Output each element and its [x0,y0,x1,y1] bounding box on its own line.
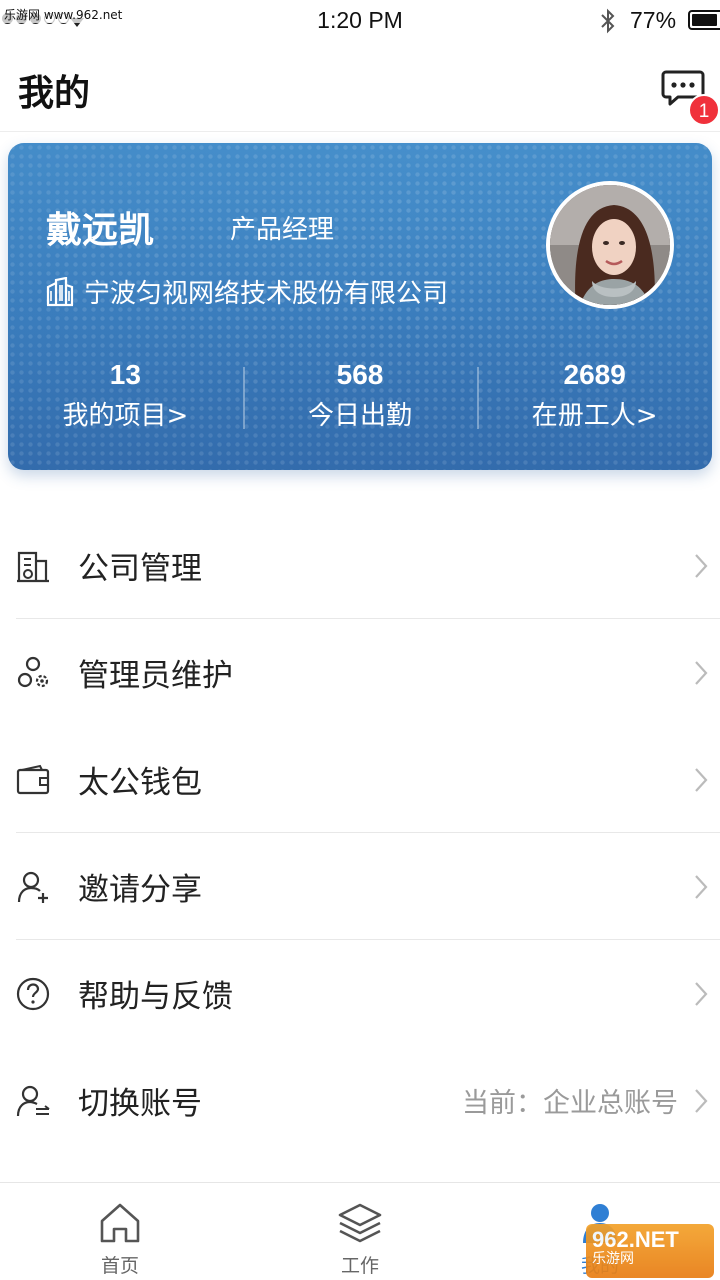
message-badge: 1 [688,94,720,126]
user-role: 产品经理 [230,215,335,245]
menu-item-wallet[interactable]: 太公钱包 [0,726,720,833]
status-bar: 乐游网 www.962.net 1:20 PM 77% [0,0,720,42]
stat-value: 568 [336,359,384,390]
avatar[interactable] [546,181,674,309]
stat-attendance: 568 今日出勤 [242,353,478,443]
invite-user-icon [17,871,48,903]
current-account-value: 当前：企业总账号 [462,1088,678,1119]
menu-label: 切换账号 [78,1086,202,1122]
profile-card[interactable]: 戴远凯 产品经理 宁波匀视网络技术股份有限公司 13 我的项目> 568 今日出… [8,143,712,470]
layers-icon [338,1203,382,1243]
site-watermark-logo: 962.NET 乐游网 [586,1224,714,1278]
home-icon [100,1203,140,1243]
user-name: 戴远凯 [46,210,155,251]
battery-icon [688,10,720,30]
menu-item-invite-share[interactable]: 邀请分享 [0,833,720,940]
tab-work[interactable]: 工作 [240,1183,480,1280]
profile-stats: 13 我的项目> 568 今日出勤 2689 在册工人> [8,353,712,443]
logo-main-text: 962.NET [592,1227,679,1252]
menu-label: 邀请分享 [78,872,202,908]
tab-home[interactable]: 首页 [0,1183,240,1280]
stat-value: 2689 [563,359,626,390]
company-name: 宁波匀视网络技术股份有限公司 [84,279,449,309]
menu-label: 公司管理 [78,551,202,587]
help-icon [16,977,50,1010]
stat-label: 今日出勤 [308,401,413,431]
page-header: 我的 1 [0,42,720,132]
chevron-right-icon [695,1088,708,1113]
tab-label: 工作 [340,1255,379,1277]
chevron-right-icon [695,874,708,899]
chevron-right-icon [695,981,708,1006]
settings-menu: 公司管理 管理员维护 太公钱包 邀请分享 帮助与反馈 切换账号 当前：企业总账号 [0,512,720,1154]
tab-label: 首页 [100,1255,139,1277]
page-title: 我的 [18,73,91,114]
menu-label: 管理员维护 [78,658,233,694]
menu-item-switch-account[interactable]: 切换账号 当前：企业总账号 [0,1047,720,1154]
logo-sub-text: 乐游网 [592,1250,634,1267]
chevron-right-icon [695,553,708,578]
wallet-icon [16,764,50,794]
stat-workers[interactable]: 2689 在册工人> [477,353,712,443]
menu-label: 太公钱包 [78,765,202,801]
stat-value: 13 [109,359,141,390]
stat-label: 在册工人> [531,401,658,431]
stat-projects[interactable]: 13 我的项目> [8,353,243,443]
building-icon [46,276,74,306]
admin-gear-icon [17,656,49,687]
battery-percent: 77% [630,7,677,33]
menu-item-admin-maintenance[interactable]: 管理员维护 [0,619,720,726]
switch-account-icon [16,1085,50,1116]
menu-item-help-feedback[interactable]: 帮助与反馈 [0,940,720,1047]
bluetooth-icon [601,8,615,34]
menu-label: 帮助与反馈 [78,979,233,1015]
company-row: 宁波匀视网络技术股份有限公司 [46,273,448,310]
company-building-icon [17,551,49,582]
menu-item-company-management[interactable]: 公司管理 [0,512,720,619]
chevron-right-icon [695,660,708,685]
chevron-right-icon [695,767,708,792]
stat-label: 我的项目> [62,401,189,431]
